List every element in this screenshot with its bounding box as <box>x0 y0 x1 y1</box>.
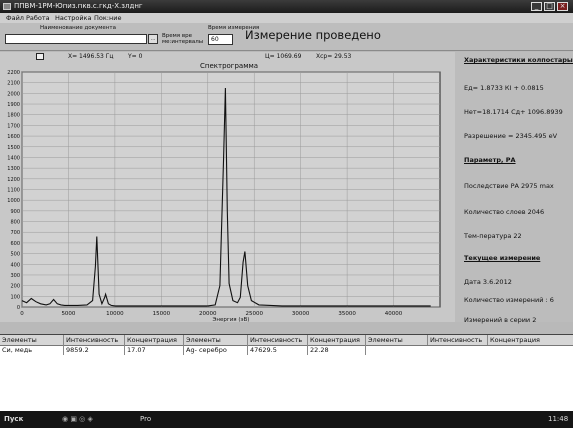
cell-concentration-1: 17.07 <box>125 345 184 355</box>
calibration-header: Характеристики колпостарых <box>464 56 573 64</box>
parameters-header: Параметр, РА <box>464 156 516 164</box>
side-panel: Характеристики колпостарых Ед= 1.8733 КI… <box>455 52 573 324</box>
spectrum-chart[interactable]: 0 100 200 300 400 500 600 700 800 900 1000 1100 1200… <box>0 52 455 323</box>
y-tick-label: 500 <box>10 252 20 258</box>
range-readout: Xср= 29.53 <box>316 53 352 60</box>
x-tick-label: 40000 <box>385 311 403 317</box>
status-message: Измерение проведено <box>245 28 381 42</box>
measurement-header: Текущее измерение <box>464 254 541 262</box>
maximize-button[interactable]: □ <box>544 2 555 11</box>
x-tick-label: 30000 <box>292 311 310 317</box>
parameter-line-3: Тем-пература 22 <box>464 232 522 240</box>
y-tick-label: 400 <box>10 262 20 268</box>
y-tick-label: 1200 <box>7 177 20 183</box>
table-row[interactable]: Си, медь 9859.2 17.07 Ag- серебро 47629.… <box>0 345 573 355</box>
x-tick-label: 35000 <box>338 311 356 317</box>
menu-work[interactable]: Работа <box>26 13 50 23</box>
y-tick-label: 1500 <box>7 145 20 151</box>
y-tick-label: 2200 <box>7 70 20 76</box>
cell-element-2: Ag- серебро <box>184 345 248 355</box>
header-concentration-3: Концентрация <box>490 336 540 344</box>
quicklaunch-icon[interactable]: ◉ ▣ ◎ ◈ <box>62 411 93 428</box>
taskbar: Пуск ◉ ▣ ◎ ◈ Pro 11:48 <box>0 411 573 428</box>
x-tick-label: 10000 <box>106 311 124 317</box>
app-icon <box>3 3 11 10</box>
parameter-line-2: Количество слоев 2046 <box>464 208 545 216</box>
browse-button[interactable]: ... <box>148 34 158 44</box>
x-tick-label: 15000 <box>153 311 171 317</box>
menu-bar: Файл Работа Настройка Пок:ние <box>0 13 573 23</box>
window-title: ППВМ-1РМ-Юпиз.пкв.с.гкд-Х.злднг <box>14 2 143 10</box>
close-button[interactable]: × <box>557 2 568 11</box>
cell-concentration-2: 22.28 <box>308 345 366 355</box>
chart-checkbox[interactable] <box>36 53 44 60</box>
header-intensity-3: Интенсивность <box>428 335 488 345</box>
marker-readout: Ц= 1069.69 <box>265 53 302 60</box>
clock: 11:48 <box>548 415 569 423</box>
header-concentration-1: Концентрация <box>125 335 184 345</box>
y-tick-label: 700 <box>10 230 20 236</box>
y-tick-label: 800 <box>10 220 20 226</box>
calibration-line-1: Ед= 1.8733 КI + 0.0815 <box>464 84 544 92</box>
document-name-input[interactable] <box>5 34 147 44</box>
menu-file[interactable]: Файл <box>6 13 24 23</box>
y-tick-label: 1700 <box>7 123 20 129</box>
y-tick-label: 600 <box>10 241 20 247</box>
y-tick-label: 2100 <box>7 81 20 87</box>
date-line: Дата 3.6.2012 <box>464 278 512 286</box>
calibration-line-3: Разрешение = 2345.495 eV <box>464 132 558 140</box>
results-table: Элементы Интенсивность Концентрация Элем… <box>0 334 573 412</box>
y-tick-label: 1300 <box>7 166 20 172</box>
start-button[interactable]: Пуск <box>4 411 23 428</box>
time-field[interactable]: 60 <box>208 34 233 45</box>
spectrum-chart-panel: 0 100 200 300 400 500 600 700 800 900 1000 1100 1200… <box>0 52 455 323</box>
x-readout: X= 1496.53 Гц <box>68 53 114 60</box>
y-tick-label: 1400 <box>7 155 20 161</box>
count-line: Количество измерений : 6 <box>464 296 554 304</box>
x-tick-label: 5000 <box>61 311 75 317</box>
cell-intensity-2: 47629.5 <box>248 345 308 355</box>
y-tick-label: 300 <box>10 273 20 279</box>
y-tick-label: 1000 <box>7 198 20 204</box>
y-tick-label: 1100 <box>7 188 20 194</box>
y-tick-label: 2000 <box>7 91 20 97</box>
exposure-label: Время вре ме:интервалы <box>162 33 204 45</box>
menu-settings[interactable]: Настройка <box>55 13 91 23</box>
y-tick-label: 1900 <box>7 102 20 108</box>
menu-help[interactable]: Пок:ние <box>94 13 121 23</box>
header-intensity-1: Интенсивность <box>64 335 125 345</box>
minimize-button[interactable]: _ <box>531 2 542 11</box>
header-elements-1: Элементы <box>0 335 64 345</box>
y-tick-label: 1600 <box>7 134 20 140</box>
y-tick-label: 100 <box>10 294 20 300</box>
cell-intensity-1: 9859.2 <box>64 345 125 355</box>
application-window: ППВМ-1РМ-Юпиз.пкв.с.гкд-Х.злднг _ □ × Фа… <box>0 0 573 412</box>
calibration-line-2: Нет=18.1714 Сд+ 1096.8939 <box>464 108 563 116</box>
x-axis-label: Энергия (эВ) <box>213 317 250 322</box>
y-tick-label: 200 <box>10 284 20 290</box>
parameter-line-1: Последствие РА 2975 max <box>464 182 554 190</box>
header-intensity-2: Интенсивность <box>248 335 308 345</box>
x-tick-label: 0 <box>20 311 24 317</box>
y-tick-label: 900 <box>10 209 20 215</box>
y-readout: Y= 0 <box>128 53 143 60</box>
title-bar: ППВМ-1РМ-Юпиз.пкв.с.гкд-Х.злднг _ □ × <box>0 0 573 13</box>
chart-title: Спектрограмма <box>200 62 259 70</box>
header-elements-2: Элементы <box>184 335 248 345</box>
y-tick-label: 1800 <box>7 113 20 119</box>
taskbar-window-button[interactable]: Pro <box>140 411 151 428</box>
series-line: Измерений в серии 2 <box>464 316 537 324</box>
header-elements-3: Элементы <box>366 335 428 345</box>
header-concentration-2: Концентрация <box>308 335 366 345</box>
document-name-label: Наименование документа <box>40 25 116 31</box>
cell-element-1: Си, медь <box>0 345 64 355</box>
